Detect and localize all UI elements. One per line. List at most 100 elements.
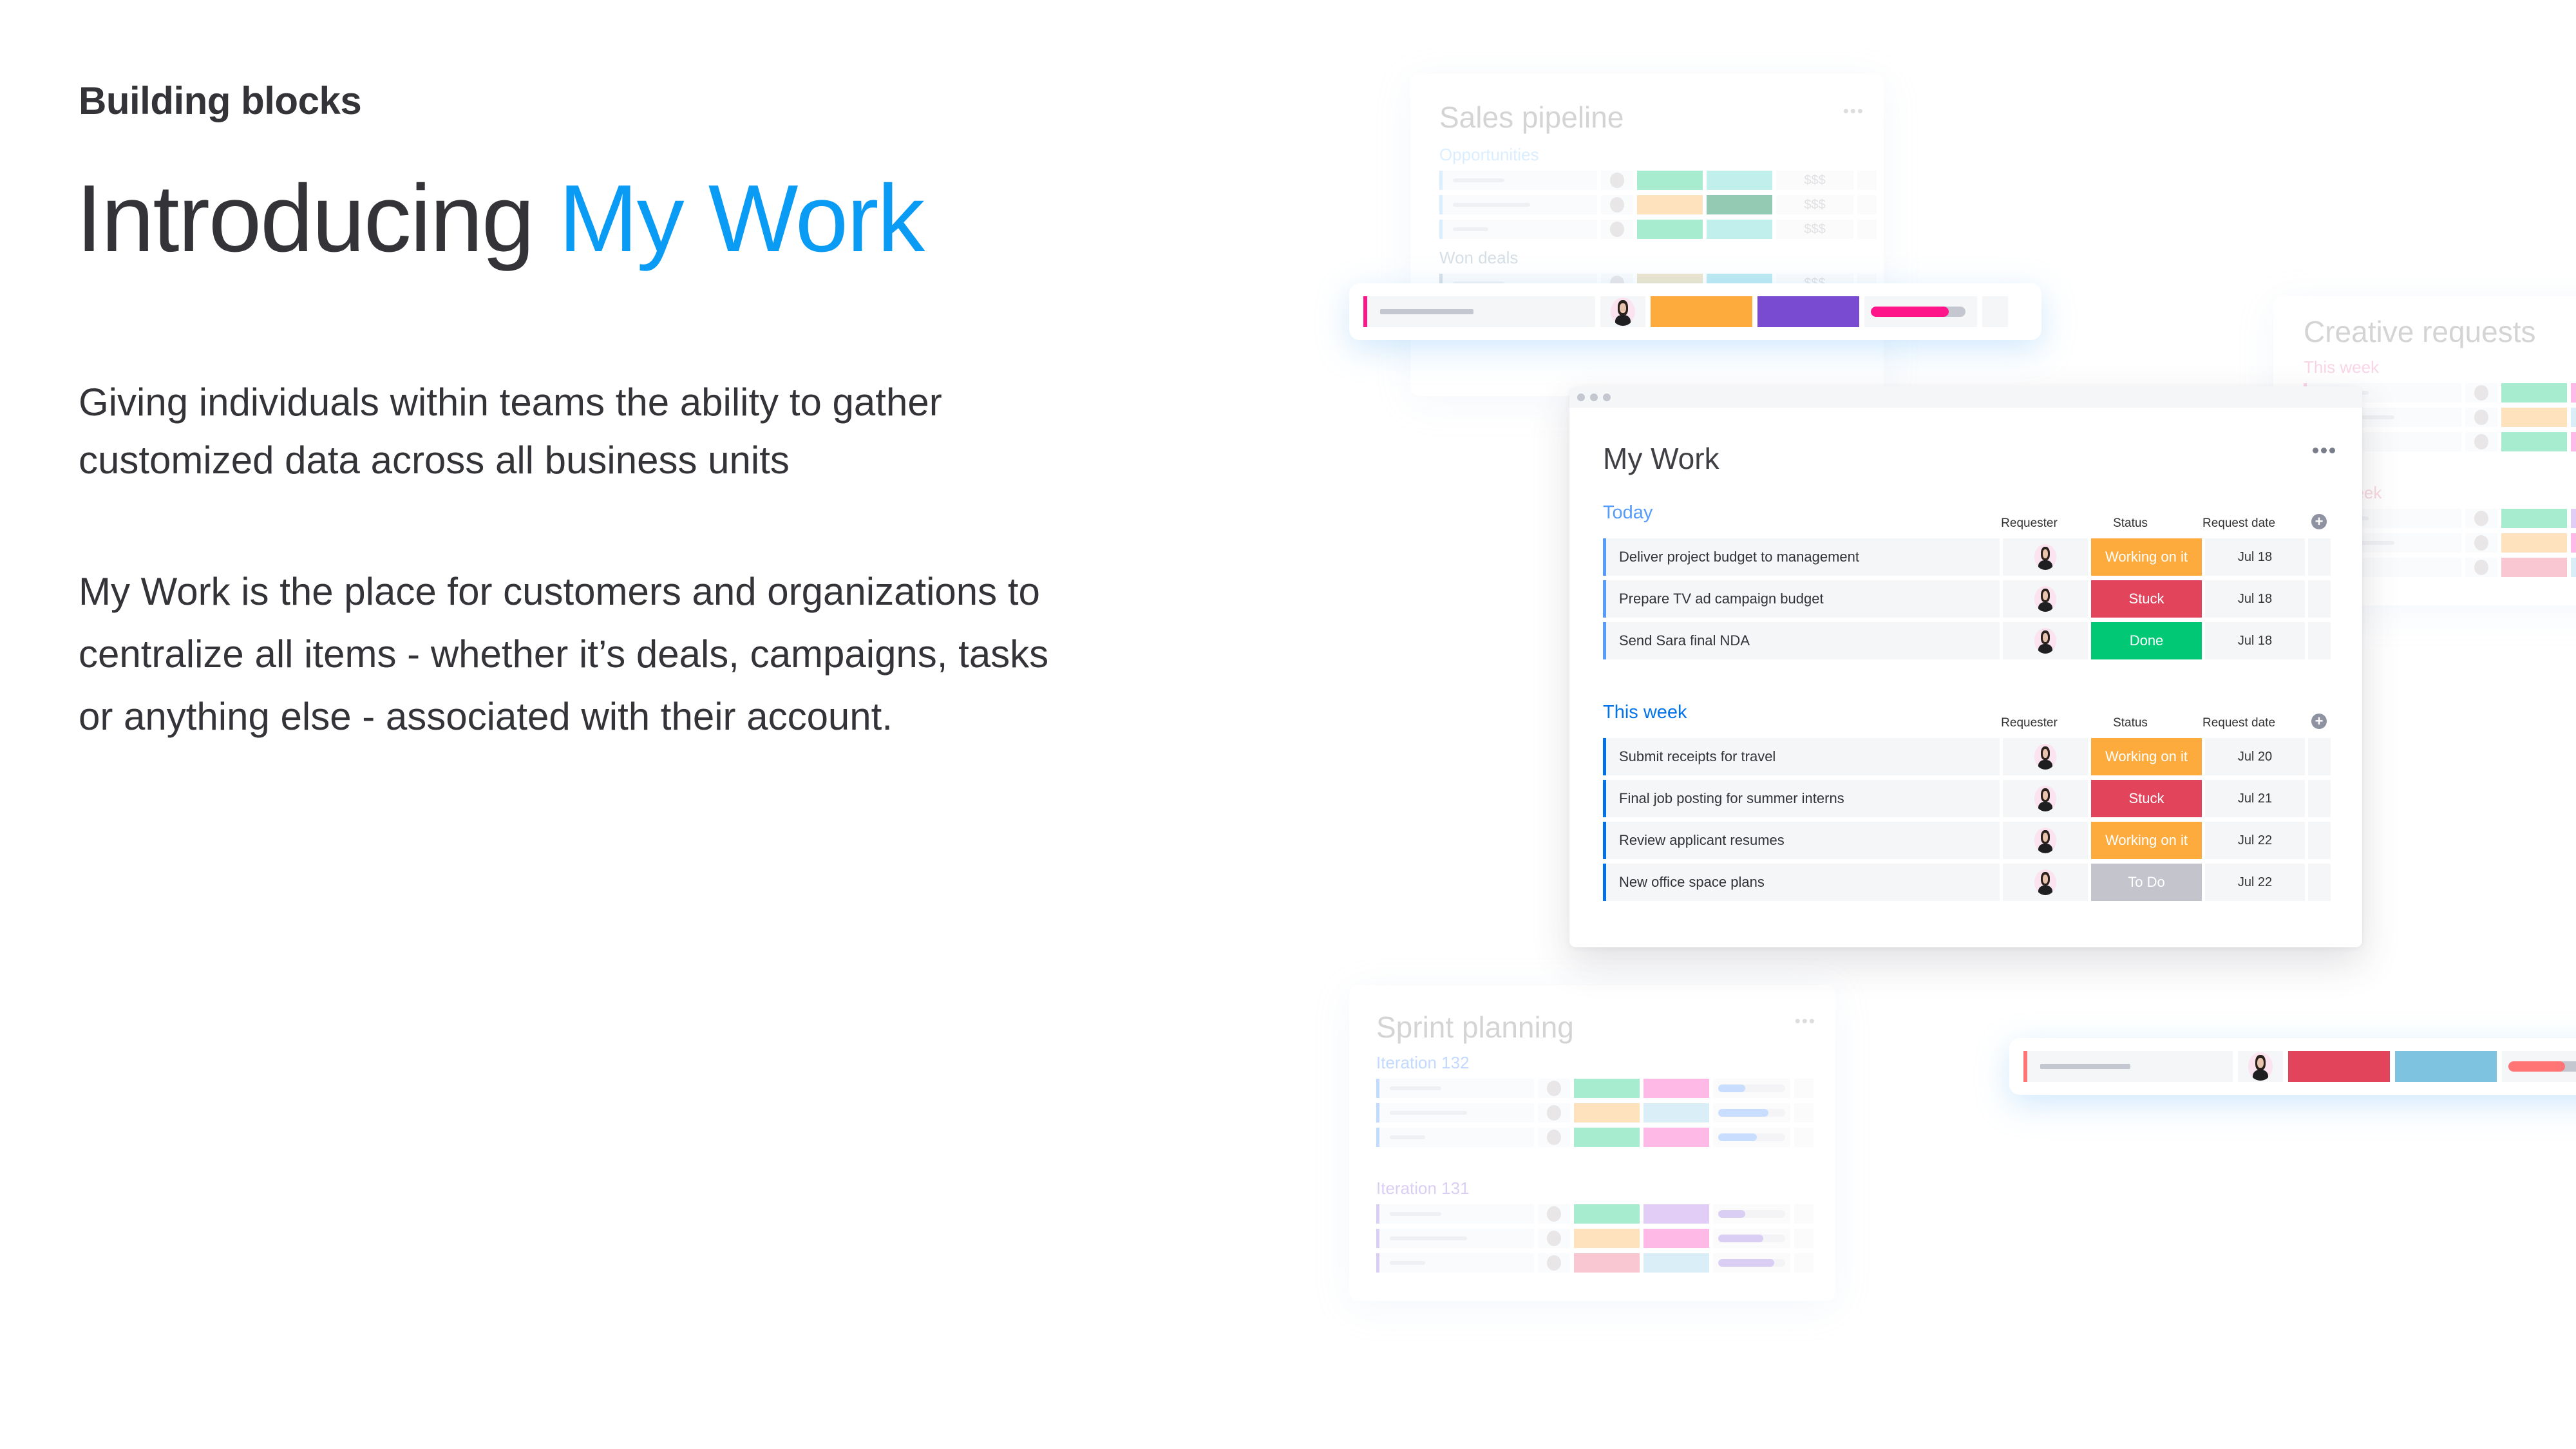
list-item [1376, 1204, 1814, 1224]
list-item: $$$ [1439, 195, 1877, 214]
status-chip [1643, 1079, 1709, 1098]
request-date[interactable]: Jul 18 [2205, 622, 2305, 659]
status-badge[interactable]: Stuck [2091, 780, 2202, 817]
more-dots-icon[interactable]: ••• [1843, 101, 1864, 121]
group-title: Iteration 131 [1376, 1179, 1470, 1198]
status-chip [1707, 220, 1772, 239]
board-title: Sales pipeline [1439, 100, 1624, 134]
status-chip [2501, 558, 2567, 577]
request-date[interactable]: Jul 20 [2205, 738, 2305, 775]
my-work-window: My Work Today Requester Status Request date… [1569, 386, 2362, 947]
empty-cell [1794, 1204, 1814, 1224]
status-badge[interactable]: Done [2091, 622, 2202, 659]
item-name[interactable]: New office space plans [1603, 864, 2000, 901]
status-chip [2571, 432, 2576, 451]
table-row[interactable]: Submit receipts for travel Working on it J… [1603, 738, 2332, 775]
avatar [2034, 544, 2056, 570]
status-chip [2395, 1051, 2497, 1082]
empty-cell [1982, 296, 2008, 327]
status-badge[interactable]: Stuck [2091, 580, 2202, 618]
empty-cell [1794, 1253, 1814, 1273]
status-badge[interactable]: Working on it [2091, 538, 2202, 576]
empty-cell [1857, 171, 1877, 190]
window-dot-icon[interactable] [1590, 393, 1598, 401]
group-title: Opportunities [1439, 145, 1539, 164]
status-chip [1574, 1128, 1640, 1147]
list-item [1376, 1253, 1814, 1273]
request-date[interactable]: Jul 18 [2205, 580, 2305, 618]
column-header-status: Status [2113, 516, 2148, 530]
avatar-cell [1600, 296, 1645, 327]
description-paragraph: My Work is the place for customers and o… [79, 570, 1049, 738]
requester-cell[interactable] [2003, 738, 2088, 775]
requester-cell[interactable] [2003, 822, 2088, 859]
item-name[interactable]: Review applicant resumes [1603, 822, 2000, 859]
item-name-placeholder [1363, 296, 1595, 327]
empty-cell [2308, 864, 2331, 901]
status-chip [2501, 509, 2567, 528]
avatar [2465, 383, 2497, 402]
status-chip [2571, 533, 2576, 553]
empty-cell [1794, 1103, 1814, 1122]
group-header: This week Requester Status Request date + [1603, 702, 2332, 738]
request-date[interactable]: Jul 18 [2205, 538, 2305, 576]
status-chip [1574, 1253, 1640, 1273]
requester-cell[interactable] [2003, 864, 2088, 901]
status-chip [1637, 220, 1703, 239]
item-name[interactable]: Prepare TV ad campaign budget [1603, 580, 2000, 618]
request-date[interactable]: Jul 21 [2205, 780, 2305, 817]
table-row[interactable]: Final job posting for summer interns Stuc… [1603, 780, 2332, 817]
item-name[interactable]: Send Sara final NDA [1603, 622, 2000, 659]
item-name-placeholder [1376, 1204, 1534, 1224]
table-row[interactable]: Send Sara final NDA Done Jul 18 [1603, 622, 2332, 659]
group-title: This week [2304, 357, 2380, 377]
avatar [1538, 1253, 1570, 1273]
item-name-placeholder [1439, 195, 1597, 214]
request-date[interactable]: Jul 22 [2205, 822, 2305, 859]
request-date[interactable]: Jul 22 [2205, 864, 2305, 901]
add-column-icon[interactable]: + [2311, 714, 2327, 729]
requester-cell[interactable] [2003, 580, 2088, 618]
table-row[interactable]: New office space plans To Do Jul 22 [1603, 864, 2332, 901]
deal-value: $$$ [1776, 171, 1853, 190]
window-dot-icon[interactable] [1577, 393, 1585, 401]
list-item [1376, 1103, 1814, 1122]
status-chip [2501, 408, 2567, 427]
avatar [1538, 1079, 1570, 1098]
more-dots-icon[interactable]: ••• [1795, 1011, 1816, 1031]
avatar [2465, 533, 2497, 553]
status-chip [1643, 1103, 1709, 1122]
item-name[interactable]: Submit receipts for travel [1603, 738, 2000, 775]
more-dots-icon[interactable] [2313, 448, 2335, 453]
add-column-icon[interactable]: + [2311, 514, 2327, 529]
item-name-placeholder [1376, 1079, 1534, 1098]
group-title[interactable]: Today [1603, 502, 1653, 524]
item-name[interactable]: Final job posting for summer interns [1603, 780, 2000, 817]
status-chip [1643, 1253, 1709, 1273]
requester-cell[interactable] [2003, 538, 2088, 576]
status-chip [1643, 1229, 1709, 1248]
empty-cell [1857, 195, 1877, 214]
avatar [1601, 220, 1633, 239]
status-badge[interactable]: To Do [2091, 864, 2202, 901]
window-dot-icon[interactable] [1603, 393, 1611, 401]
avatar [1601, 171, 1633, 190]
table-row[interactable]: Prepare TV ad campaign budget Stuck Jul 18 [1603, 580, 2332, 618]
status-badge[interactable]: Working on it [2091, 738, 2202, 775]
status-badge[interactable]: Working on it [2091, 822, 2202, 859]
item-group: Today Requester Status Request date + Deliver… [1603, 502, 2332, 664]
status-chip [1574, 1229, 1640, 1248]
table-row[interactable]: Review applicant resumes Working on it Jul… [1603, 822, 2332, 859]
item-name[interactable]: Deliver project budget to management [1603, 538, 2000, 576]
group-title[interactable]: This week [1603, 702, 1687, 723]
list-item [1376, 1079, 1814, 1098]
requester-cell[interactable] [2003, 780, 2088, 817]
status-chip [1643, 1204, 1709, 1224]
eyebrow-label: Building blocks [79, 79, 362, 122]
status-chip [1574, 1103, 1640, 1122]
status-chip [2571, 408, 2576, 427]
requester-cell[interactable] [2003, 622, 2088, 659]
table-row[interactable]: Deliver project budget to management Work… [1603, 538, 2332, 576]
progress-bar [1713, 1229, 1790, 1248]
avatar [2465, 558, 2497, 577]
